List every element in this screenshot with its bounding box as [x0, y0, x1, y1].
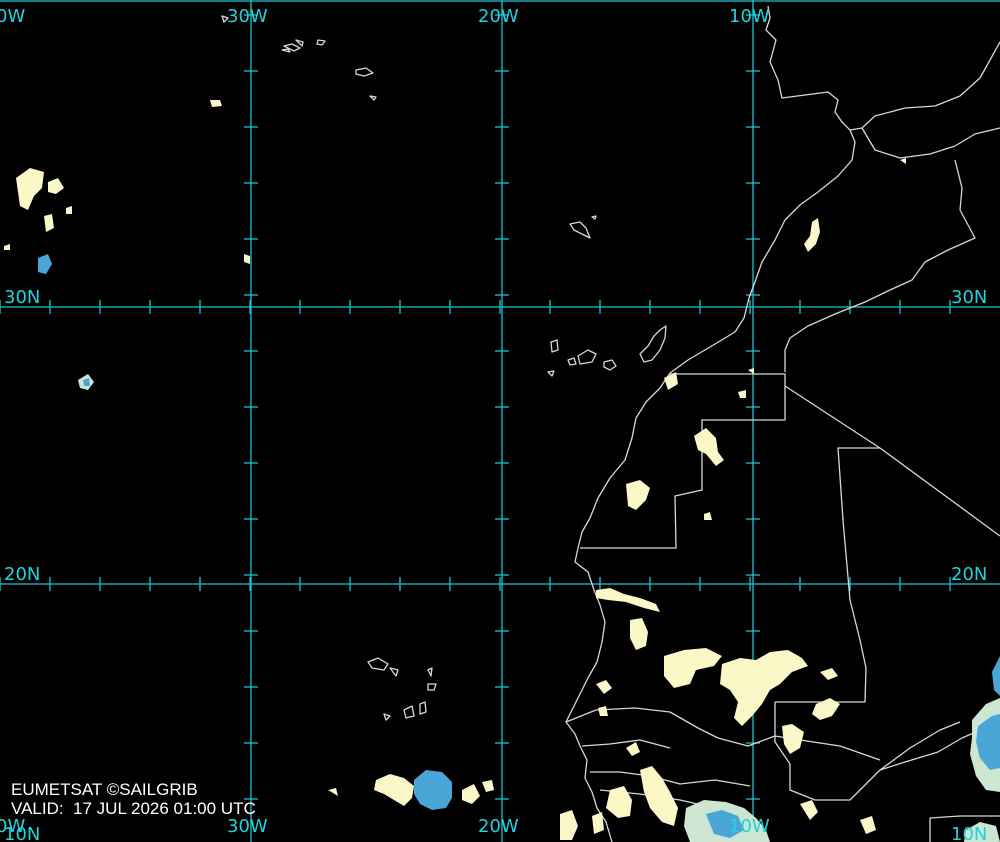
grid-ticks [0, 14, 951, 800]
lon-label-bottom-0w: 0W [0, 816, 26, 837]
lat-label-right-10n: 10N [951, 824, 988, 842]
cloud-cluster-northwest [4, 100, 250, 274]
gambia-border [581, 739, 671, 749]
cloud-cluster-morocco [804, 158, 906, 252]
selvagens-islands [569, 215, 597, 239]
cloud-cluster-southeast [964, 656, 1000, 842]
mali-border [774, 702, 961, 801]
lon-label-top-30w: 30W [227, 6, 268, 27]
graticule [0, 0, 1000, 842]
lon-label-top-20w: 20W [478, 6, 519, 27]
canary-islands [547, 325, 667, 377]
valid-label: VALID: [11, 799, 64, 818]
lon-label-top-10w: 10W [729, 6, 770, 27]
mauritania-border-north [784, 385, 1000, 537]
lat-label-right-30n: 30N [951, 287, 988, 308]
senegal-border [565, 707, 881, 761]
lon-label-bottom-20w: 20W [478, 816, 519, 837]
valid-time-line: VALID: 17 JUL 2026 01:00 UTC [11, 799, 256, 818]
coastlines [221, 5, 1000, 842]
lat-label-left-30n: 30N [4, 287, 41, 308]
cloud-cluster-south [684, 800, 876, 842]
satellite-map[interactable]: 0W 30W 20W 10W 30N 30N 20N 20N 10N 10N 0… [0, 0, 1000, 842]
cloud-patch-midwest [78, 374, 94, 390]
map-canvas [0, 0, 1000, 842]
lat-label-right-20n: 20N [951, 564, 988, 585]
valid-time: 17 JUL 2026 01:00 UTC [73, 799, 256, 818]
lon-label-bottom-30w: 30W [227, 816, 268, 837]
cloud-cluster-sahara [626, 368, 754, 520]
lon-label-bottom-10w: 10W [729, 816, 770, 837]
western-sahara-border [580, 373, 786, 549]
morocco-border [861, 127, 1000, 159]
lat-label-left-20n: 20N [4, 564, 41, 585]
algeria-border-west [784, 159, 976, 372]
africa-coastline [765, 5, 1000, 131]
guinea-border [590, 771, 751, 787]
madeira-islands [355, 67, 377, 101]
cape-verde-islands [367, 657, 437, 721]
source-credit: EUMETSAT ©SAILGRIB [11, 780, 198, 799]
cloud-cluster-southwest [328, 770, 494, 810]
lon-label-top-0w: 0W [0, 6, 26, 27]
